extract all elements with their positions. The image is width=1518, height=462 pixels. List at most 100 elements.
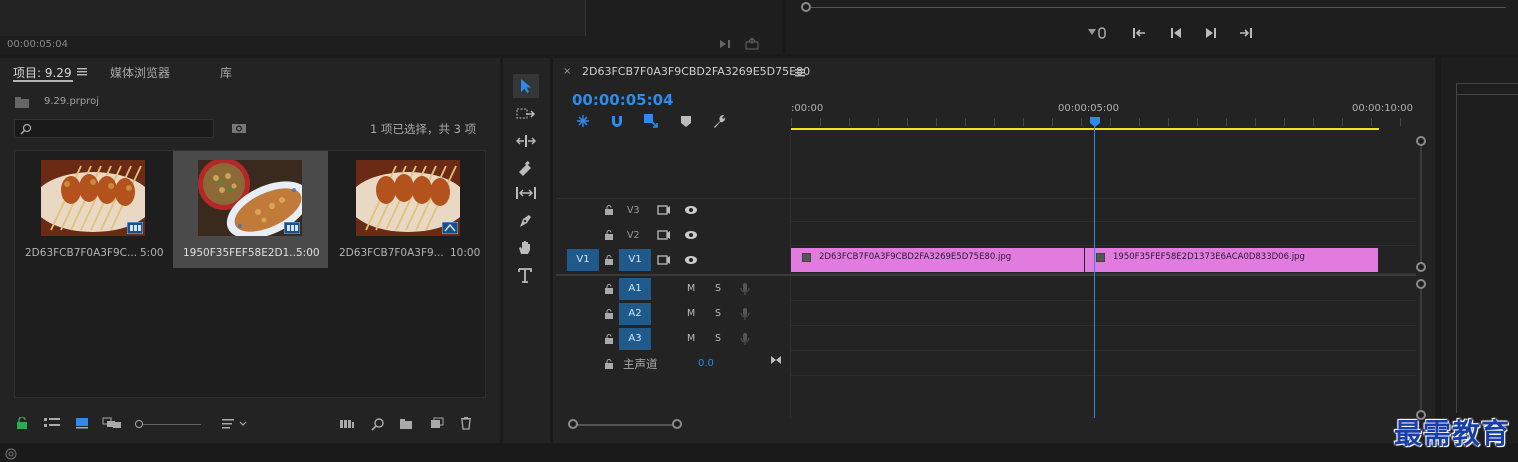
track-label-a1[interactable]: A1 (619, 278, 651, 300)
program-scrub-bar[interactable] (806, 7, 1506, 8)
track-lock-icon[interactable] (604, 309, 614, 319)
sequence-tab[interactable]: 2D63FCB7F0A3F9CBD2FA3269E5D75E80 (582, 65, 810, 78)
add-marker-icon[interactable] (680, 114, 692, 128)
clip-name: 2D63FCB7F0A3F9CBD2FA3269E5D75E80.jpg (819, 252, 1012, 262)
sync-lock-icon[interactable] (657, 255, 671, 265)
track-lock-icon[interactable] (604, 230, 614, 240)
go-to-in-icon[interactable] (1131, 26, 1147, 40)
type-tool-icon[interactable] (518, 267, 532, 283)
track-lock-icon[interactable] (604, 359, 614, 369)
project-item-selected[interactable]: 1950F35FEF58E2D1... 5:00 (173, 151, 328, 268)
icon-view-icon[interactable] (75, 417, 89, 429)
marker-link-icon[interactable] (1086, 26, 1108, 40)
scroll-knob[interactable] (568, 419, 578, 429)
list-view-icon[interactable] (44, 417, 60, 429)
ripple-edit-tool-icon[interactable] (516, 134, 536, 148)
track-label-v1[interactable]: V1 (619, 249, 651, 271)
playhead-timecode[interactable]: 00:00:05:04 (572, 91, 674, 109)
go-to-end-icon[interactable] (770, 355, 782, 365)
solo-button[interactable]: S (715, 333, 721, 344)
new-item-icon[interactable] (430, 417, 444, 429)
solo-button[interactable]: S (715, 308, 721, 319)
ruler-ticks[interactable] (791, 118, 1411, 126)
slip-tool-icon[interactable] (515, 186, 537, 200)
mute-button[interactable]: M (687, 283, 695, 294)
step-forward-icon[interactable] (1203, 26, 1219, 40)
track-label-v3[interactable]: V3 (627, 205, 640, 216)
voiceover-mic-icon[interactable] (740, 282, 750, 296)
search-input[interactable] (14, 119, 214, 138)
creative-cloud-icon[interactable] (4, 448, 18, 460)
solo-button[interactable]: S (715, 283, 721, 294)
wrench-icon[interactable] (711, 113, 727, 129)
toggle-output-eye-icon[interactable] (684, 255, 698, 265)
master-volume-value[interactable]: 0.0 (698, 358, 714, 369)
track-lock-icon[interactable] (604, 255, 614, 265)
find-items-icon[interactable] (371, 417, 385, 431)
scroll-knob[interactable] (1416, 136, 1426, 146)
source-patch-v1[interactable]: V1 (567, 249, 599, 271)
playhead-line[interactable] (1094, 124, 1095, 418)
track-lane-a1[interactable] (791, 277, 1416, 301)
track-lane-a2[interactable] (791, 302, 1416, 326)
sequence-menu-icon[interactable] (795, 69, 805, 77)
scroll-knob[interactable] (1416, 262, 1426, 272)
step-back-icon[interactable] (1168, 26, 1184, 40)
find-icon[interactable] (231, 122, 247, 134)
track-lock-icon[interactable] (604, 284, 614, 294)
clip[interactable]: 1950F35FEF58E2D1373E6ACA0D833D06.jpg (1085, 248, 1378, 272)
pen-tool-icon[interactable] (517, 213, 533, 229)
track-lock-icon[interactable] (604, 205, 614, 215)
scroll-knob[interactable] (1416, 279, 1426, 289)
voiceover-mic-icon[interactable] (740, 307, 750, 321)
bin-up-icon[interactable] (14, 96, 30, 108)
watermark: 最需教育 (1394, 417, 1511, 450)
clip[interactable]: 2D63FCB7F0A3F9CBD2FA3269E5D75E80.jpg (791, 248, 1084, 272)
tab-media-browser[interactable]: 媒体浏览器 (110, 64, 170, 81)
mute-button[interactable]: M (687, 333, 695, 344)
timeline-zoom-scrollbar[interactable] (573, 424, 677, 426)
insert-icon[interactable] (718, 38, 734, 50)
tab-project[interactable]: 项目: 9.29 (13, 64, 72, 81)
snap-icon[interactable] (610, 114, 624, 128)
audio-vertical-scrollbar[interactable] (1420, 284, 1422, 412)
sync-lock-icon[interactable] (657, 230, 671, 240)
go-to-out-icon[interactable] (1238, 26, 1254, 40)
automate-sequence-icon[interactable] (339, 418, 355, 430)
trash-icon[interactable] (460, 417, 472, 430)
export-frame-icon[interactable] (744, 38, 760, 50)
track-lane-a3[interactable] (791, 327, 1416, 351)
toggle-output-eye-icon[interactable] (684, 230, 698, 240)
linked-selection-icon[interactable] (643, 113, 659, 129)
lock-icon[interactable] (16, 417, 28, 429)
hand-tool-icon[interactable] (517, 239, 533, 255)
project-item[interactable]: 2D63FCB7F0A3F9... 10:00 (329, 151, 486, 268)
track-label-a3[interactable]: A3 (619, 328, 651, 350)
track-lane-v3[interactable] (791, 198, 1416, 222)
track-lane-v2[interactable] (791, 222, 1416, 246)
sort-icon[interactable] (222, 418, 250, 430)
scrub-knob[interactable] (801, 2, 811, 12)
work-area-bar[interactable] (791, 128, 1379, 130)
sync-lock-icon[interactable] (657, 205, 671, 215)
track-lane-master[interactable] (791, 352, 1416, 376)
selection-tool-icon[interactable] (519, 78, 533, 94)
close-sequence-icon[interactable]: × (563, 66, 571, 77)
toggle-output-eye-icon[interactable] (684, 205, 698, 215)
project-item[interactable]: 2D63FCB7F0A3F9C... 5:00 (15, 151, 172, 268)
new-bin-icon[interactable] (399, 418, 413, 430)
tab-library[interactable]: 库 (220, 64, 232, 81)
razor-tool-icon[interactable] (517, 160, 533, 176)
freeform-view-icon[interactable] (102, 417, 122, 429)
scroll-knob[interactable] (672, 419, 682, 429)
voiceover-mic-icon[interactable] (740, 332, 750, 346)
panel-menu-icon[interactable] (77, 68, 87, 76)
nest-icon[interactable] (576, 114, 590, 128)
track-label-a2[interactable]: A2 (619, 303, 651, 325)
track-select-tool-icon[interactable] (516, 107, 536, 121)
track-label-v2[interactable]: V2 (627, 230, 640, 241)
zoom-slider[interactable] (135, 419, 201, 429)
track-lock-icon[interactable] (604, 334, 614, 344)
video-vertical-scrollbar[interactable] (1420, 140, 1422, 268)
mute-button[interactable]: M (687, 308, 695, 319)
